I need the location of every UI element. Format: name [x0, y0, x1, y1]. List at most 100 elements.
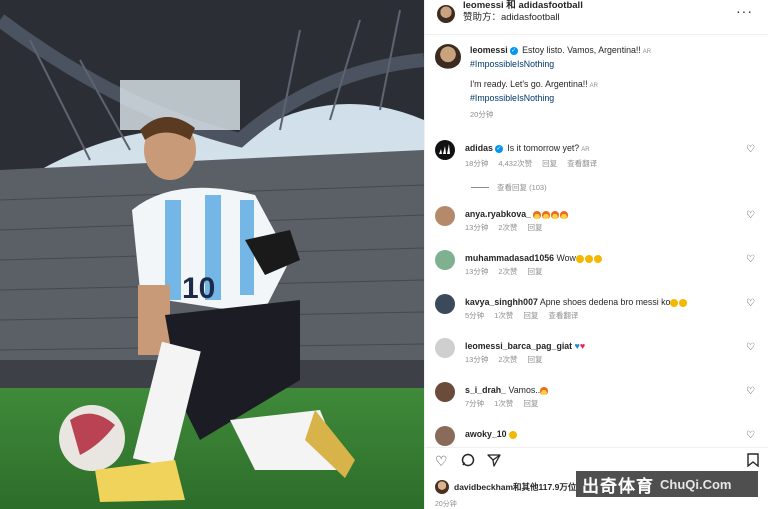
comment-likes[interactable]: 1次赞 [494, 311, 513, 320]
comment-likes[interactable]: 4,432次赞 [498, 159, 532, 168]
post-photo: 10 [0, 0, 424, 509]
caption-hashtag-2[interactable]: #ImpossibleIsNothing [470, 92, 651, 104]
reply-button[interactable]: 回复 [542, 159, 557, 168]
header-usernames[interactable]: leomessi 和 adidasfootball [463, 0, 583, 12]
comment-username[interactable]: muhammadasad1056 [465, 253, 554, 263]
like-icon[interactable]: ♡ [435, 453, 448, 470]
like-heart-icon[interactable]: ♡ [746, 430, 755, 441]
translate-link[interactable]: 查看翻译 [567, 159, 597, 168]
caption-time: 20分钟 [470, 110, 494, 119]
author-avatar[interactable] [437, 5, 455, 23]
view-replies[interactable]: 查看回复 (103) [471, 182, 547, 193]
comment-time: 5分钟 [465, 311, 485, 320]
comment-likes[interactable]: 2次赞 [498, 223, 517, 232]
header-divider [425, 34, 768, 35]
comment-avatar[interactable] [435, 382, 455, 402]
comment-username[interactable]: awoky_10 [465, 429, 507, 439]
watermark-en: ChuQi.Com [660, 476, 732, 492]
actions-divider [425, 447, 768, 448]
adidas-logo-icon [439, 144, 450, 154]
fire-emoji-icon [551, 210, 560, 219]
view-replies-label[interactable]: 查看回复 (103) [497, 182, 547, 193]
comment-time: 13分钟 [465, 223, 489, 232]
ar-badge: AR [581, 147, 590, 153]
messi-stadium-illustration: 10 [0, 0, 424, 509]
comment-leomessi-barca: leomessi_barca_pag_giat ♥♥ 13分钟 2次赞 回复 ♡ [435, 338, 759, 366]
reply-button[interactable]: 回复 [528, 267, 543, 276]
comment-text: Vamos.. [508, 385, 541, 395]
reply-button[interactable]: 回复 [523, 399, 538, 408]
comment-username[interactable]: anya.ryabkova_ [465, 209, 531, 219]
reply-button[interactable]: 回复 [523, 311, 538, 320]
comment-username[interactable]: s_i_drah_ [465, 385, 506, 395]
comment-body: adidas ✓ Is it tomorrow yet? AR 18分钟 4,432次… [465, 142, 735, 170]
paper-plane-svg [487, 454, 501, 467]
comment-muhammad: muhammadasad1056 Wow 13分钟 2次赞 回复 ♡ [435, 250, 759, 278]
more-options-icon[interactable]: ··· [736, 3, 753, 19]
laughing-emoji-icon [670, 298, 679, 307]
comment-avatar[interactable] [435, 338, 455, 358]
fire-emoji-icon [533, 210, 542, 219]
like-heart-icon[interactable]: ♡ [746, 342, 755, 353]
like-heart-icon[interactable]: ♡ [746, 298, 755, 309]
verified-icon: ✓ [494, 144, 503, 153]
like-heart-icon[interactable]: ♡ [746, 386, 755, 397]
comment-icon[interactable] [461, 453, 475, 470]
post-time: 20分钟 [435, 501, 457, 508]
likes-summary[interactable]: davidbeckham和其他117.9万位 [435, 480, 576, 494]
like-heart-icon[interactable]: ♡ [746, 210, 755, 221]
watermark-cn: 出奇体育 [582, 476, 654, 496]
reply-button[interactable]: 回复 [528, 223, 543, 232]
heart-eyes-emoji-icon [575, 254, 584, 263]
caption-username[interactable]: leomessi [470, 45, 508, 55]
ar-badge: AR [642, 49, 652, 55]
comment-body: muhammadasad1056 Wow 13分钟 2次赞 回复 [465, 252, 735, 278]
post-actions: ♡ [435, 453, 759, 471]
comment-avatar[interactable] [435, 426, 455, 446]
comment-body: s_i_drah_ Vamos.. 7分钟 1次赞 回复 [465, 384, 735, 410]
comment-likes[interactable]: 1次赞 [494, 399, 513, 408]
comment-time: 13分钟 [465, 355, 489, 364]
comment-text: Apne shoes dedena bro messi ko [539, 297, 671, 307]
heart-eyes-emoji-icon [584, 254, 593, 263]
bookmark-icon[interactable] [747, 453, 759, 470]
fire-emoji-icon [542, 210, 551, 219]
comment-likes[interactable]: 2次赞 [498, 267, 517, 276]
caption-hashtag-1[interactable]: #ImpossibleIsNothing [470, 58, 651, 70]
sponsor-label[interactable]: 赞助方：adidasfootball [463, 12, 583, 24]
comment-avatar[interactable] [435, 250, 455, 270]
comment-bubble-svg [461, 453, 475, 467]
comment-username[interactable]: leomessi_barca_pag_giat [465, 341, 572, 351]
comment-username[interactable]: adidas [465, 143, 493, 153]
site-watermark: 出奇体育 ChuQi.Com [576, 471, 758, 497]
comment-body: leomessi_barca_pag_giat ♥♥ 13分钟 2次赞 回复 [465, 340, 735, 366]
post-header: leomessi 和 adidasfootball 赞助方：adidasfoot… [437, 0, 757, 32]
share-icon[interactable] [487, 453, 501, 470]
caption-text-es: Estoy listo. Vamos, Argentina!! [522, 45, 641, 55]
reply-button[interactable]: 回复 [528, 355, 543, 364]
like-heart-icon[interactable]: ♡ [746, 144, 755, 155]
translate-link[interactable]: 查看翻译 [548, 311, 578, 320]
comment-username[interactable]: kavya_singhh007 [465, 297, 538, 307]
comment-kavya: kavya_singhh007 Apne shoes dedena bro me… [435, 294, 759, 322]
comment-avatar[interactable] [435, 140, 455, 160]
heart-eyes-emoji-icon [593, 254, 602, 263]
comment-avatar[interactable] [435, 206, 455, 226]
comment-body: anya.ryabkova_ 13分钟 2次赞 回复 [465, 208, 735, 234]
caption-body: leomessi ✓ Estoy listo. Vamos, Argentina!… [470, 44, 651, 121]
heart-eyes-emoji-icon [509, 430, 518, 439]
post-panel: leomessi 和 adidasfootball 赞助方：adidasfoot… [424, 0, 768, 509]
ar-badge-2: AR [589, 83, 598, 89]
comment-body: kavya_singhh007 Apne shoes dedena bro me… [465, 296, 735, 322]
caption-avatar[interactable] [435, 44, 461, 70]
caption-text-en: I'm ready. Let's go. Argentina!! [470, 79, 588, 89]
likes-text[interactable]: davidbeckham和其他117.9万位 [454, 481, 576, 493]
comment-likes[interactable]: 2次赞 [498, 355, 517, 364]
svg-text:10: 10 [182, 272, 215, 305]
comment-adidas: adidas ✓ Is it tomorrow yet? AR 18分钟 4,432次… [435, 140, 759, 170]
comment-text: Is it tomorrow yet? [507, 143, 580, 153]
like-heart-icon[interactable]: ♡ [746, 254, 755, 265]
comment-awoky: awoky_10 ♡ [435, 426, 759, 446]
comment-text: Wow [556, 253, 576, 263]
comment-avatar[interactable] [435, 294, 455, 314]
